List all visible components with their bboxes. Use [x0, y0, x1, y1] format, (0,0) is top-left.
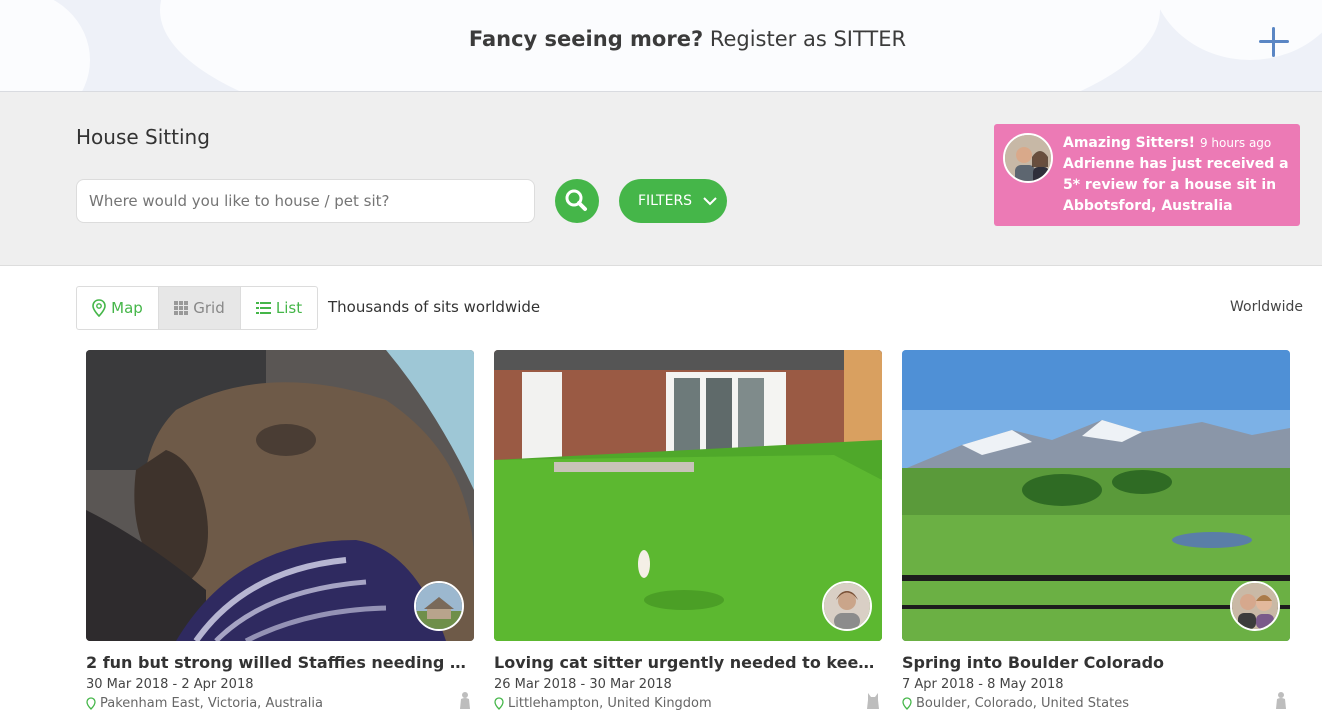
- map-view-button[interactable]: Map: [77, 287, 159, 329]
- listing-dates: 30 Mar 2018 - 2 Apr 2018: [86, 677, 254, 692]
- list-icon: [255, 302, 271, 314]
- notification-time: 9 hours ago: [1199, 136, 1272, 150]
- search-input[interactable]: [76, 179, 535, 223]
- listing-title[interactable]: 2 fun but strong willed Staffies needing…: [86, 653, 474, 672]
- map-pin-icon: [86, 697, 96, 710]
- list-view-label: List: [275, 299, 303, 317]
- dog-icon: [1276, 692, 1286, 709]
- review-notification[interactable]: Amazing Sitters! 9 hours ago Adrienne ha…: [994, 124, 1300, 226]
- map-pin-icon: [902, 697, 912, 710]
- plus-icon[interactable]: [1256, 23, 1292, 59]
- notification-message: Adrienne has just received a 5* review f…: [1063, 156, 1289, 214]
- grid-view-label: Grid: [193, 299, 225, 317]
- avatar: [414, 581, 464, 631]
- filters-button[interactable]: FILTERS: [619, 179, 727, 223]
- listing-dates: 26 Mar 2018 - 30 Mar 2018: [494, 677, 672, 692]
- map-pin-icon: [494, 697, 504, 710]
- listing-title[interactable]: Spring into Boulder Colorado: [902, 653, 1290, 672]
- page-title: House Sitting: [76, 125, 210, 149]
- cat-icon: [867, 693, 879, 709]
- list-view-button[interactable]: List: [241, 287, 317, 329]
- avatar: [1230, 581, 1280, 631]
- filters-label: FILTERS: [638, 193, 693, 209]
- region-selector[interactable]: Worldwide: [1230, 299, 1303, 315]
- results-summary: Thousands of sits worldwide: [328, 298, 541, 316]
- listing-location-text: Littlehampton, United Kingdom: [508, 696, 712, 711]
- listing-location-text: Boulder, Colorado, United States: [916, 696, 1129, 711]
- notification-title: Amazing Sitters!: [1063, 135, 1196, 151]
- search-button[interactable]: [555, 179, 599, 223]
- register-banner: Fancy seeing more? Register as SITTER: [0, 0, 1322, 92]
- listing-location: Pakenham East, Victoria, Australia: [86, 696, 323, 711]
- listing-location-text: Pakenham East, Victoria, Australia: [100, 696, 323, 711]
- notification-text: Amazing Sitters! 9 hours ago Adrienne ha…: [1063, 133, 1295, 217]
- view-toggle: Map Grid List: [76, 286, 318, 330]
- listing-title[interactable]: Loving cat sitter urgently needed to kee…: [494, 653, 882, 672]
- grid-view-button[interactable]: Grid: [159, 287, 241, 329]
- listing-location: Boulder, Colorado, United States: [902, 696, 1129, 711]
- register-cta[interactable]: Fancy seeing more? Register as SITTER: [0, 27, 1322, 51]
- magnifier-icon: [565, 189, 587, 211]
- register-cta-bold: Fancy seeing more?: [468, 27, 704, 51]
- register-cta-text: Register as SITTER: [709, 27, 907, 51]
- listing-location: Littlehampton, United Kingdom: [494, 696, 712, 711]
- chevron-down-icon: [703, 197, 717, 206]
- map-pin-icon: [92, 299, 106, 317]
- grid-icon: [174, 301, 189, 315]
- dog-icon: [460, 692, 470, 709]
- avatar: [822, 581, 872, 631]
- search-section: House Sitting FILTERS Amazing Sitters! 9: [0, 92, 1322, 266]
- map-view-label: Map: [111, 299, 143, 317]
- listing-dates: 7 Apr 2018 - 8 May 2018: [902, 677, 1064, 692]
- avatar: [1003, 133, 1053, 183]
